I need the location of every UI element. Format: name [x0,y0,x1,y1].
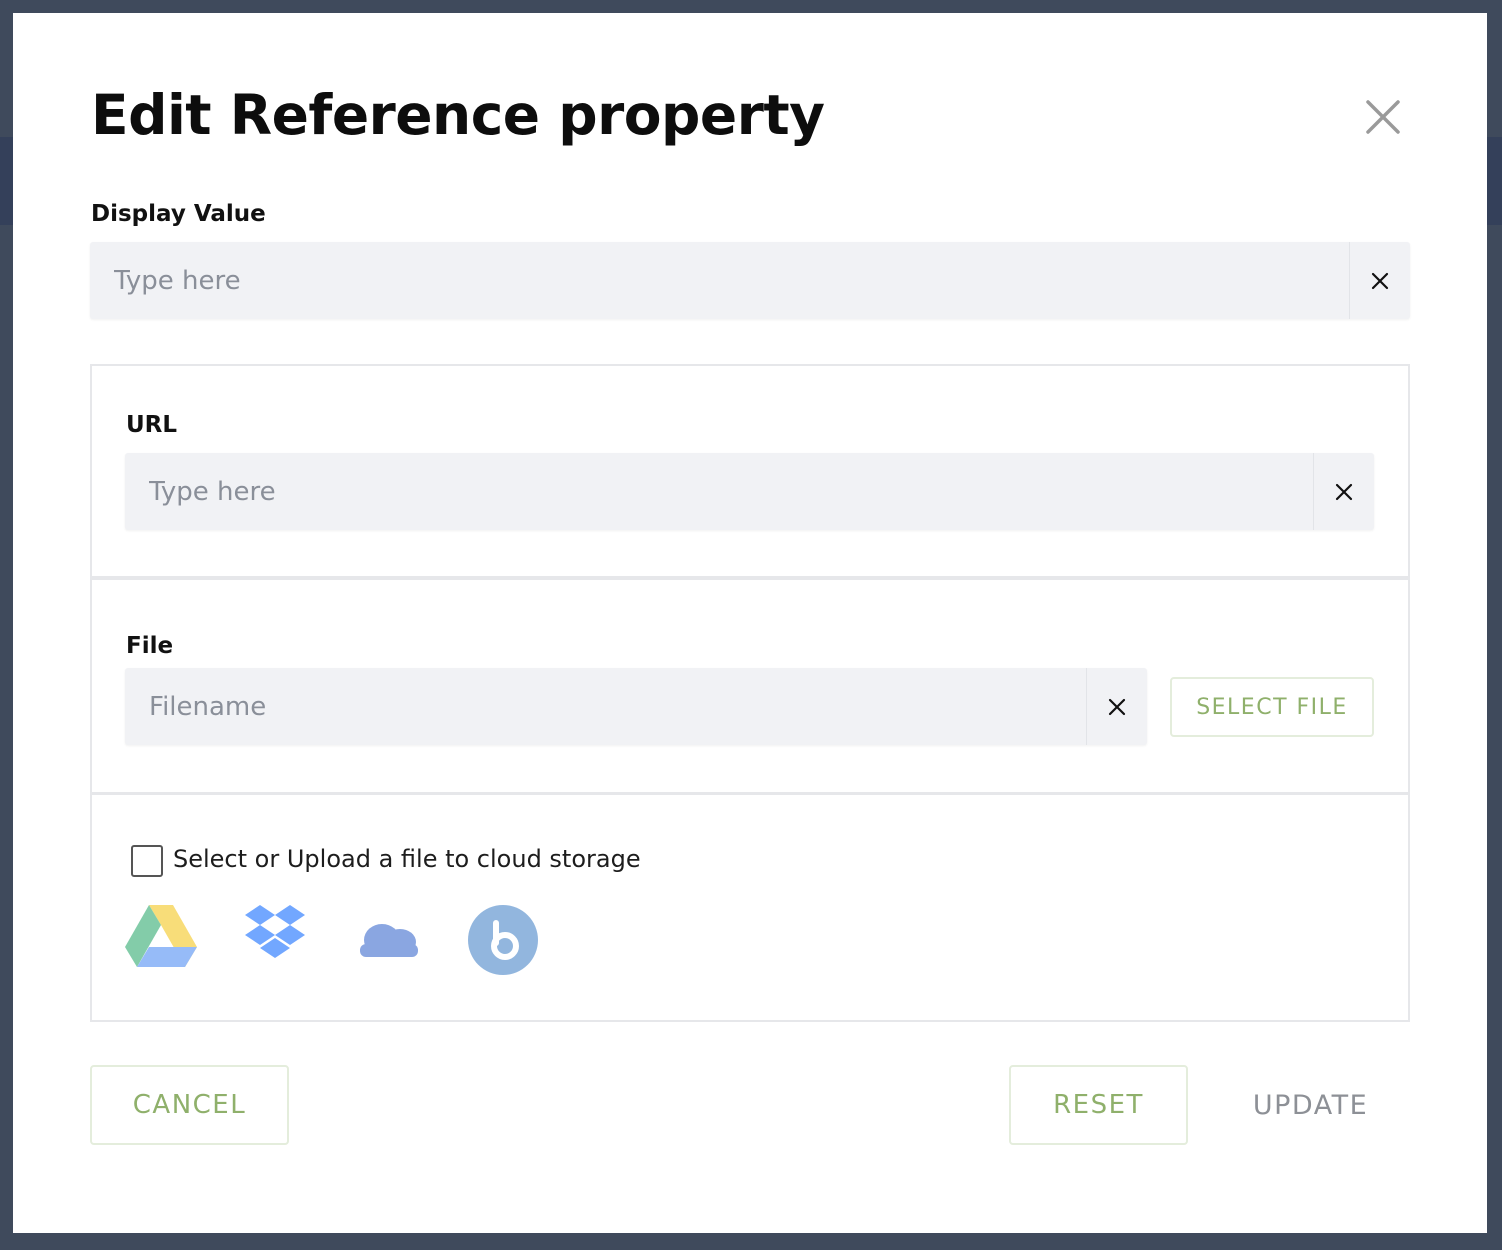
reset-button[interactable]: RESET [1009,1065,1188,1145]
url-clear-button[interactable] [1313,453,1374,530]
close-icon [1366,100,1400,134]
clear-icon [1108,698,1126,715]
display-value-label: Display Value [91,201,266,227]
close-button[interactable] [1363,97,1403,137]
file-label: File [126,633,174,659]
edit-reference-dialog: Edit Reference property Display Value UR… [13,13,1487,1233]
cloud-storage-label: Select or Upload a file to cloud storage [173,845,641,873]
dropbox-icon[interactable] [245,903,305,959]
cancel-button[interactable]: CANCEL [90,1065,289,1145]
onedrive-icon[interactable] [356,918,422,958]
box-icon[interactable] [467,904,539,976]
url-input[interactable] [125,453,1313,530]
display-value-input[interactable] [90,242,1349,319]
select-file-button[interactable]: SELECT FILE [1170,677,1374,737]
display-value-clear-button[interactable] [1349,242,1410,319]
filename-input[interactable] [125,668,1086,745]
cloud-storage-checkbox[interactable] [131,845,163,877]
update-button[interactable]: UPDATE [1223,1065,1398,1145]
clear-icon [1335,483,1353,500]
dialog-title: Edit Reference property [91,83,825,147]
display-value-field [90,242,1410,319]
url-label: URL [126,412,178,438]
file-field [125,668,1147,745]
google-drive-icon[interactable] [125,903,197,967]
clear-icon [1371,272,1389,289]
file-clear-button[interactable] [1086,668,1147,745]
url-field [125,453,1374,530]
